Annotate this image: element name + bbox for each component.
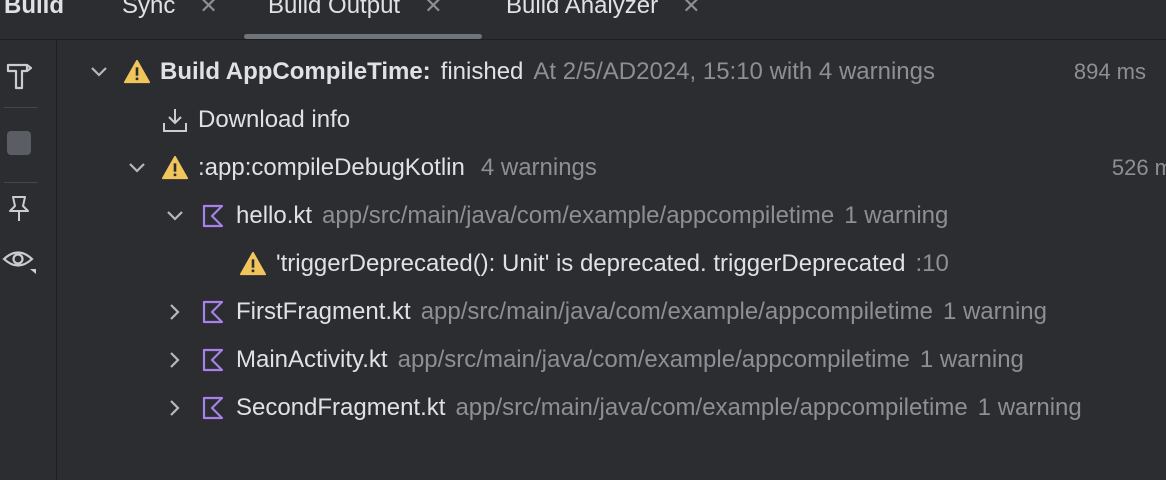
stop-icon[interactable]	[4, 128, 34, 158]
chevron-right-icon[interactable]	[164, 397, 186, 419]
task-warnings: 4 warnings	[480, 154, 597, 181]
build-output-tree: Build AppCompileTime: finished At 2/5/AD…	[58, 40, 1166, 480]
file-name: SecondFragment.kt	[236, 394, 446, 421]
chevron-down-icon[interactable]	[126, 157, 148, 179]
warning-line-number: :10	[915, 250, 949, 277]
tree-row-file[interactable]: MainActivity.kt app/src/main/java/com/ex…	[58, 338, 1166, 382]
file-name: FirstFragment.kt	[236, 298, 411, 325]
tab-build-analyzer-label: Build Analyzer	[506, 0, 659, 19]
hammer-icon[interactable]	[4, 60, 34, 90]
tree-row-warning-message[interactable]: 'triggerDeprecated(): Unit' is deprecate…	[58, 242, 1166, 286]
file-path: app/src/main/java/com/example/appcompile…	[397, 346, 910, 373]
tab-sync-label: Sync	[122, 0, 176, 19]
pin-icon[interactable]	[4, 194, 34, 224]
build-status: finished	[440, 58, 524, 85]
warning-icon	[240, 251, 266, 277]
file-warnings: 1 warning	[977, 394, 1082, 421]
chevron-right-icon[interactable]	[164, 301, 186, 323]
tree-row-task[interactable]: :app:compileDebugKotlin 4 warnings 526 m…	[58, 146, 1166, 190]
task-duration: 526 ms	[1105, 155, 1166, 181]
warning-icon	[162, 155, 188, 181]
kotlin-file-icon	[200, 395, 226, 421]
tree-row-file[interactable]: SecondFragment.kt app/src/main/java/com/…	[58, 386, 1166, 430]
close-icon[interactable]: ✕	[682, 0, 700, 19]
file-path: app/src/main/java/com/example/appcompile…	[455, 394, 968, 421]
file-warnings: 1 warning	[942, 298, 1047, 325]
tree-row-build-root[interactable]: Build AppCompileTime: finished At 2/5/AD…	[58, 50, 1166, 94]
tab-build-output-label: Build Output	[268, 0, 401, 19]
tree-row-download-info[interactable]: Download info	[58, 98, 1166, 142]
chevron-down-icon[interactable]	[88, 61, 110, 83]
build-details: At 2/5/AD2024, 15:10 with 4 warnings	[533, 58, 935, 85]
tool-window-tab-bar: Build Sync ✕ Build Output ✕ Build Analyz…	[0, 0, 1166, 40]
tab-build-label: Build	[4, 0, 64, 19]
build-title: Build AppCompileTime:	[160, 58, 431, 85]
file-warnings: 1 warning	[919, 346, 1024, 373]
file-path: app/src/main/java/com/example/appcompile…	[420, 298, 933, 325]
tab-sync[interactable]: Sync ✕	[122, 0, 218, 26]
kotlin-file-icon	[200, 203, 226, 229]
build-toolbar	[0, 40, 57, 480]
toolbar-separator	[4, 182, 38, 183]
tab-build-output[interactable]: Build Output ✕	[268, 0, 443, 26]
warning-message-text: 'triggerDeprecated(): Unit' is deprecate…	[276, 250, 906, 277]
tree-row-file[interactable]: FirstFragment.kt app/src/main/java/com/e…	[58, 290, 1166, 334]
tree-row-file[interactable]: hello.kt app/src/main/java/com/example/a…	[58, 194, 1166, 238]
chevron-down-icon[interactable]	[164, 205, 186, 227]
file-name: MainActivity.kt	[236, 346, 388, 373]
toolbar-separator	[4, 107, 38, 108]
build-duration: 894 ms	[1067, 59, 1146, 85]
kotlin-file-icon	[200, 299, 226, 325]
warning-icon	[124, 59, 150, 85]
active-tab-indicator	[244, 34, 482, 39]
file-warnings: 1 warning	[844, 202, 949, 229]
file-name: hello.kt	[236, 202, 313, 229]
close-icon[interactable]: ✕	[424, 0, 442, 19]
tab-build[interactable]: Build	[4, 0, 64, 26]
download-info-label: Download info	[198, 106, 351, 133]
kotlin-file-icon	[200, 347, 226, 373]
download-icon	[162, 107, 188, 133]
file-path: app/src/main/java/com/example/appcompile…	[322, 202, 835, 229]
chevron-right-icon[interactable]	[164, 349, 186, 371]
close-icon[interactable]: ✕	[199, 0, 217, 19]
tab-build-analyzer[interactable]: Build Analyzer ✕	[506, 0, 701, 26]
eye-icon[interactable]	[2, 246, 38, 276]
task-name: :app:compileDebugKotlin	[198, 154, 465, 181]
